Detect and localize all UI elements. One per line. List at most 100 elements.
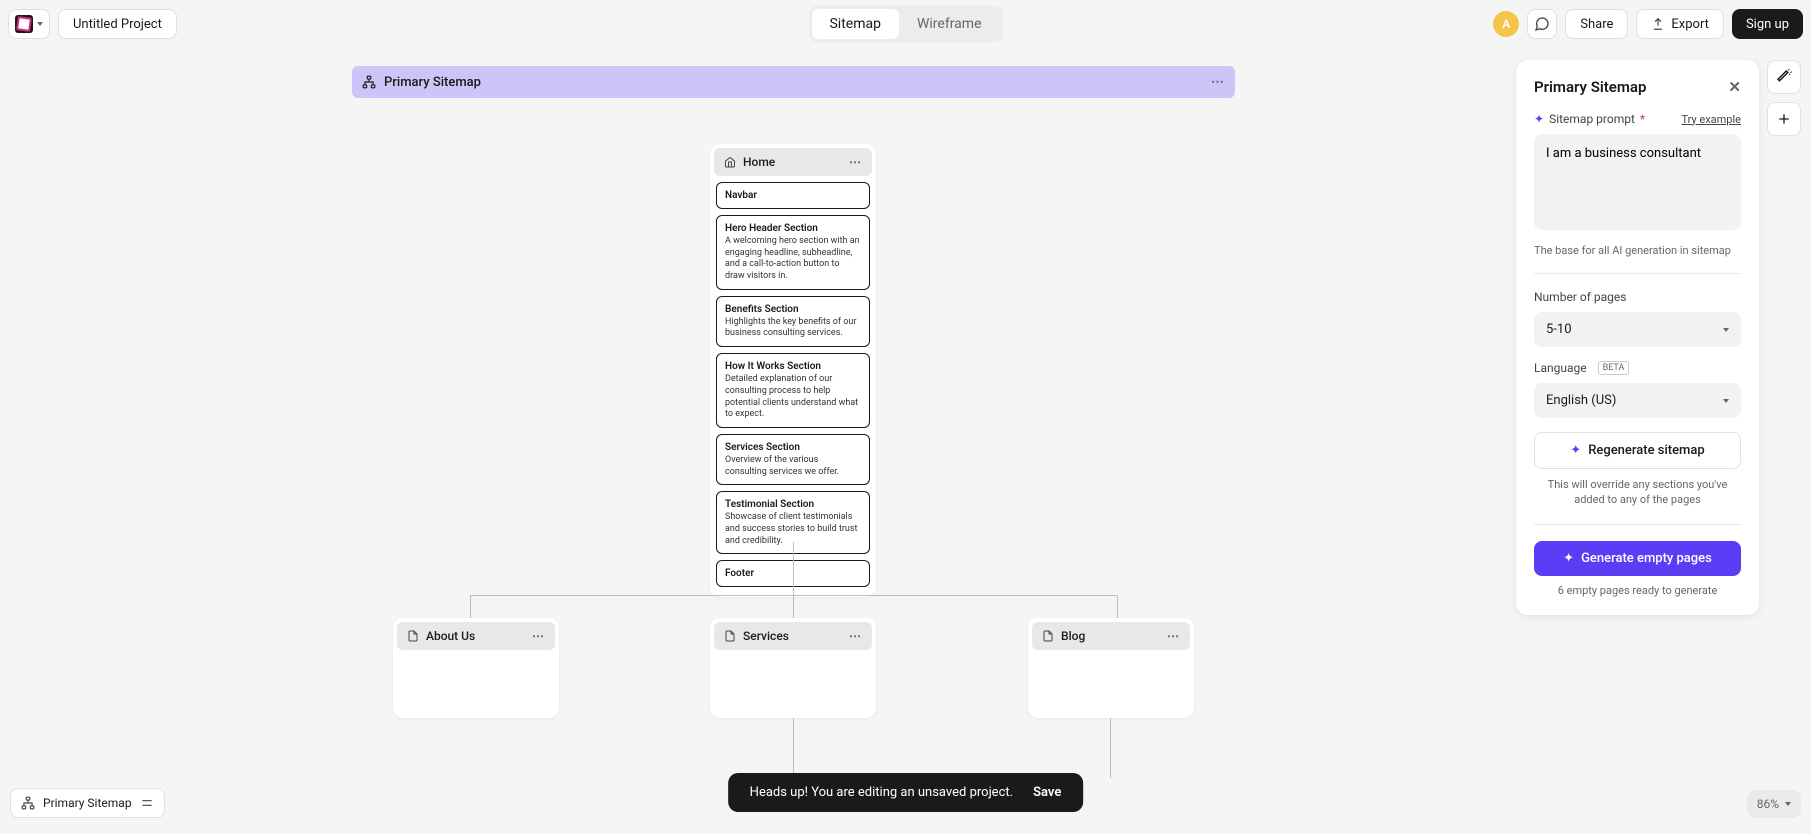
- generate-pages-button[interactable]: ✦ Generate empty pages: [1534, 541, 1741, 576]
- language-select[interactable]: English (US): [1534, 383, 1741, 418]
- num-pages-select[interactable]: 5-10: [1534, 312, 1741, 347]
- ai-panel-toggle[interactable]: [1767, 60, 1801, 94]
- connector: [470, 595, 471, 620]
- toast-save-button[interactable]: Save: [1033, 785, 1061, 800]
- section-title: How It Works Section: [725, 360, 861, 373]
- section-title: Testimonial Section: [725, 498, 861, 511]
- section-navbar[interactable]: Navbar: [716, 182, 870, 209]
- plus-icon: [1776, 111, 1792, 127]
- section-benefits[interactable]: Benefits SectionHighlights the key benef…: [716, 296, 870, 347]
- language-label: Language: [1534, 361, 1587, 375]
- sitemap-prompt-input[interactable]: [1534, 134, 1741, 230]
- section-title: Hero Header Section: [725, 222, 861, 235]
- page-card-services[interactable]: Services ⋯: [710, 618, 876, 718]
- panel-title: Primary Sitemap: [1534, 78, 1646, 96]
- num-pages-value: 5-10: [1546, 322, 1572, 337]
- page-title-about: About Us: [426, 629, 475, 643]
- page-more-home[interactable]: ⋯: [849, 155, 862, 169]
- section-title: Services Section: [725, 441, 861, 454]
- page-card-about[interactable]: About Us ⋯: [393, 618, 559, 718]
- zoom-indicator[interactable]: 86%: [1747, 790, 1801, 818]
- sparkle-icon: ✦: [1570, 443, 1581, 458]
- page-head-about[interactable]: About Us ⋯: [397, 622, 555, 650]
- sitemap-root-title: Primary Sitemap: [384, 75, 481, 90]
- export-label: Export: [1671, 17, 1709, 32]
- section-services[interactable]: Services SectionOverview of the various …: [716, 434, 870, 485]
- page-icon: [407, 630, 419, 642]
- upload-icon: [1651, 17, 1665, 31]
- menu-icon: [140, 796, 154, 810]
- sitemap-icon: [362, 75, 376, 89]
- toast-message: Heads up! You are editing an unsaved pro…: [750, 785, 1013, 800]
- unsaved-toast: Heads up! You are editing an unsaved pro…: [728, 773, 1084, 812]
- connector: [470, 595, 1118, 596]
- sparkle-icon: ✦: [1534, 112, 1544, 126]
- comment-icon: [1534, 16, 1550, 32]
- close-panel-button[interactable]: ✕: [1728, 78, 1741, 96]
- sitemap-picker-button[interactable]: Primary Sitemap: [10, 788, 165, 818]
- app-menu-button[interactable]: [8, 9, 50, 39]
- user-avatar[interactable]: A: [1493, 11, 1519, 37]
- try-example-link[interactable]: Try example: [1681, 113, 1741, 126]
- sitemap-root-bar[interactable]: Primary Sitemap ⋯: [352, 66, 1235, 98]
- sitemap-more-button[interactable]: ⋯: [1211, 75, 1225, 90]
- add-button[interactable]: [1767, 102, 1801, 136]
- page-head-services[interactable]: Services ⋯: [714, 622, 872, 650]
- project-name-button[interactable]: Untitled Project: [58, 9, 177, 39]
- tab-wireframe[interactable]: Wireframe: [899, 9, 1000, 39]
- page-head-home[interactable]: Home ⋯: [714, 148, 872, 176]
- connector: [793, 595, 794, 620]
- page-more-about[interactable]: ⋯: [532, 629, 545, 643]
- section-title: Navbar: [725, 189, 861, 202]
- signup-button[interactable]: Sign up: [1732, 9, 1803, 39]
- page-card-home[interactable]: Home ⋯ Navbar Hero Header SectionA welco…: [710, 144, 876, 597]
- section-how-it-works[interactable]: How It Works SectionDetailed explanation…: [716, 353, 870, 428]
- chevron-down-icon: [37, 22, 43, 26]
- section-desc: A welcoming hero section with an engagin…: [725, 236, 861, 283]
- prompt-help-text: The base for all AI generation in sitema…: [1534, 244, 1741, 257]
- page-icon: [1042, 630, 1054, 642]
- required-marker: *: [1640, 112, 1645, 126]
- sitemap-icon: [21, 796, 35, 810]
- home-icon: [724, 156, 736, 168]
- generate-label: Generate empty pages: [1581, 551, 1712, 566]
- view-tabs: Sitemap Wireframe: [808, 6, 1002, 42]
- num-pages-label: Number of pages: [1534, 290, 1626, 304]
- connector: [793, 718, 794, 778]
- connector: [1110, 718, 1111, 778]
- chevron-down-icon: [1723, 399, 1729, 403]
- page-card-blog[interactable]: Blog ⋯: [1028, 618, 1194, 718]
- generate-ready-text: 6 empty pages ready to generate: [1534, 584, 1741, 597]
- sitemap-settings-panel: Primary Sitemap ✕ ✦ Sitemap prompt * Try…: [1516, 60, 1759, 615]
- section-desc: Detailed explanation of our consulting p…: [725, 374, 861, 421]
- page-title-blog: Blog: [1061, 629, 1085, 643]
- magic-wand-icon: [1775, 68, 1793, 86]
- connector: [1117, 595, 1118, 620]
- app-logo-icon: [15, 15, 33, 33]
- page-title-services: Services: [743, 629, 789, 643]
- tab-sitemap[interactable]: Sitemap: [811, 9, 898, 39]
- page-icon: [724, 630, 736, 642]
- chevron-down-icon: [1785, 802, 1791, 806]
- regenerate-caption: This will override any sections you've a…: [1534, 477, 1741, 508]
- share-button[interactable]: Share: [1565, 9, 1628, 39]
- section-desc: Overview of the various consulting servi…: [725, 455, 861, 478]
- language-value: English (US): [1546, 393, 1616, 408]
- page-more-services[interactable]: ⋯: [849, 629, 862, 643]
- zoom-value: 86%: [1757, 797, 1779, 811]
- section-hero[interactable]: Hero Header SectionA welcoming hero sect…: [716, 215, 870, 290]
- page-title-home: Home: [743, 155, 775, 169]
- page-head-blog[interactable]: Blog ⋯: [1032, 622, 1190, 650]
- sitemap-picker-label: Primary Sitemap: [43, 796, 132, 810]
- prompt-label: Sitemap prompt: [1549, 112, 1635, 126]
- regenerate-button[interactable]: ✦ Regenerate sitemap: [1534, 432, 1741, 469]
- chevron-down-icon: [1723, 328, 1729, 332]
- page-more-blog[interactable]: ⋯: [1167, 629, 1180, 643]
- beta-badge: BETA: [1598, 361, 1630, 375]
- sparkle-icon: ✦: [1563, 551, 1574, 566]
- regenerate-label: Regenerate sitemap: [1588, 443, 1705, 458]
- section-title: Benefits Section: [725, 303, 861, 316]
- comments-button[interactable]: [1527, 9, 1557, 39]
- connector: [793, 542, 794, 595]
- export-button[interactable]: Export: [1636, 9, 1724, 39]
